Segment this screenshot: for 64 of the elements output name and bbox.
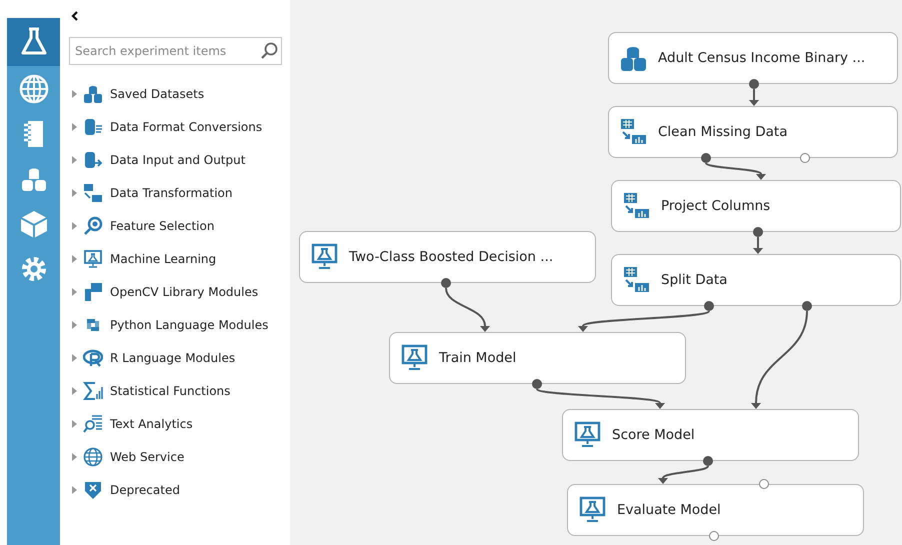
- output-port[interactable]: [802, 301, 812, 311]
- globe-icon: [83, 446, 103, 466]
- expand-arrow-icon[interactable]: [71, 188, 77, 196]
- expand-arrow-icon[interactable]: [71, 320, 77, 328]
- expand-arrow-icon[interactable]: [71, 452, 77, 460]
- module-node[interactable]: Clean Missing Data: [608, 106, 898, 158]
- output-port[interactable]: [753, 227, 763, 237]
- monitor-flask-icon: [579, 496, 606, 524]
- text-search-icon: [83, 414, 103, 434]
- expand-arrow-icon[interactable]: [71, 122, 77, 130]
- module-node[interactable]: Train Model: [389, 332, 686, 384]
- expand-arrow-icon[interactable]: [71, 354, 77, 362]
- output-port[interactable]: [441, 278, 451, 288]
- category-item[interactable]: Feature Selection: [60, 209, 290, 242]
- monitor-flask-icon: [311, 243, 338, 271]
- chevron-left-icon[interactable]: [71, 11, 79, 21]
- module-node[interactable]: Project Columns: [611, 180, 901, 232]
- category-item[interactable]: Deprecated: [60, 473, 290, 506]
- magnifier-icon: [83, 216, 103, 236]
- datasets-icon: [620, 44, 647, 72]
- expand-arrow-icon[interactable]: [71, 420, 77, 428]
- database-list-icon: [83, 116, 103, 136]
- search-field[interactable]: Search experiment items: [69, 37, 282, 65]
- category-item[interactable]: R Language Modules: [60, 341, 290, 374]
- category-item[interactable]: Saved Datasets: [60, 77, 290, 110]
- category-item[interactable]: Data Format Conversions: [60, 110, 290, 143]
- output-port[interactable]: [749, 79, 759, 89]
- globe-icon[interactable]: [18, 72, 50, 104]
- output-port[interactable]: [703, 456, 713, 466]
- category-item[interactable]: Data Input and Output: [60, 143, 290, 176]
- input-port[interactable]: [759, 479, 769, 489]
- expand-arrow-icon[interactable]: [71, 288, 77, 296]
- module-node[interactable]: Evaluate Model: [567, 484, 864, 536]
- module-node[interactable]: Adult Census Income Binary ...: [608, 32, 898, 84]
- datasets-icon: [83, 84, 103, 104]
- database-arrow-icon: [83, 150, 103, 170]
- category-item[interactable]: Statistical Functions: [60, 374, 290, 407]
- output-port[interactable]: [704, 301, 714, 311]
- module-node[interactable]: Score Model: [562, 409, 859, 461]
- category-item[interactable]: Python Language Modules: [60, 308, 290, 341]
- r-logo-icon: [83, 348, 103, 368]
- category-item[interactable]: Machine Learning: [60, 242, 290, 275]
- expand-arrow-icon[interactable]: [71, 486, 77, 494]
- monitor-flask-icon: [574, 421, 601, 449]
- expand-arrow-icon[interactable]: [71, 156, 77, 164]
- monitor-flask-icon: [83, 248, 103, 268]
- module-node[interactable]: Split Data: [611, 254, 901, 306]
- category-item[interactable]: Web Service: [60, 440, 290, 473]
- output-port[interactable]: [532, 379, 542, 389]
- category-item[interactable]: Text Analytics: [60, 407, 290, 440]
- expand-arrow-icon[interactable]: [71, 222, 77, 230]
- output-port[interactable]: [709, 531, 719, 541]
- module-node[interactable]: Two-Class Boosted Decision ...: [299, 231, 596, 283]
- shield-x-icon: [83, 480, 103, 500]
- expand-arrow-icon[interactable]: [71, 90, 77, 98]
- search-icon[interactable]: [260, 42, 278, 60]
- output-port[interactable]: [701, 153, 711, 163]
- monitor-flask-icon: [401, 344, 428, 372]
- category-item[interactable]: Data Transformation: [60, 176, 290, 209]
- sigma-chart-icon: [83, 380, 103, 400]
- category-item[interactable]: OpenCV Library Modules: [60, 275, 290, 308]
- output-port[interactable]: [800, 153, 810, 163]
- expand-arrow-icon[interactable]: [71, 386, 77, 394]
- expand-arrow-icon[interactable]: [71, 254, 77, 262]
